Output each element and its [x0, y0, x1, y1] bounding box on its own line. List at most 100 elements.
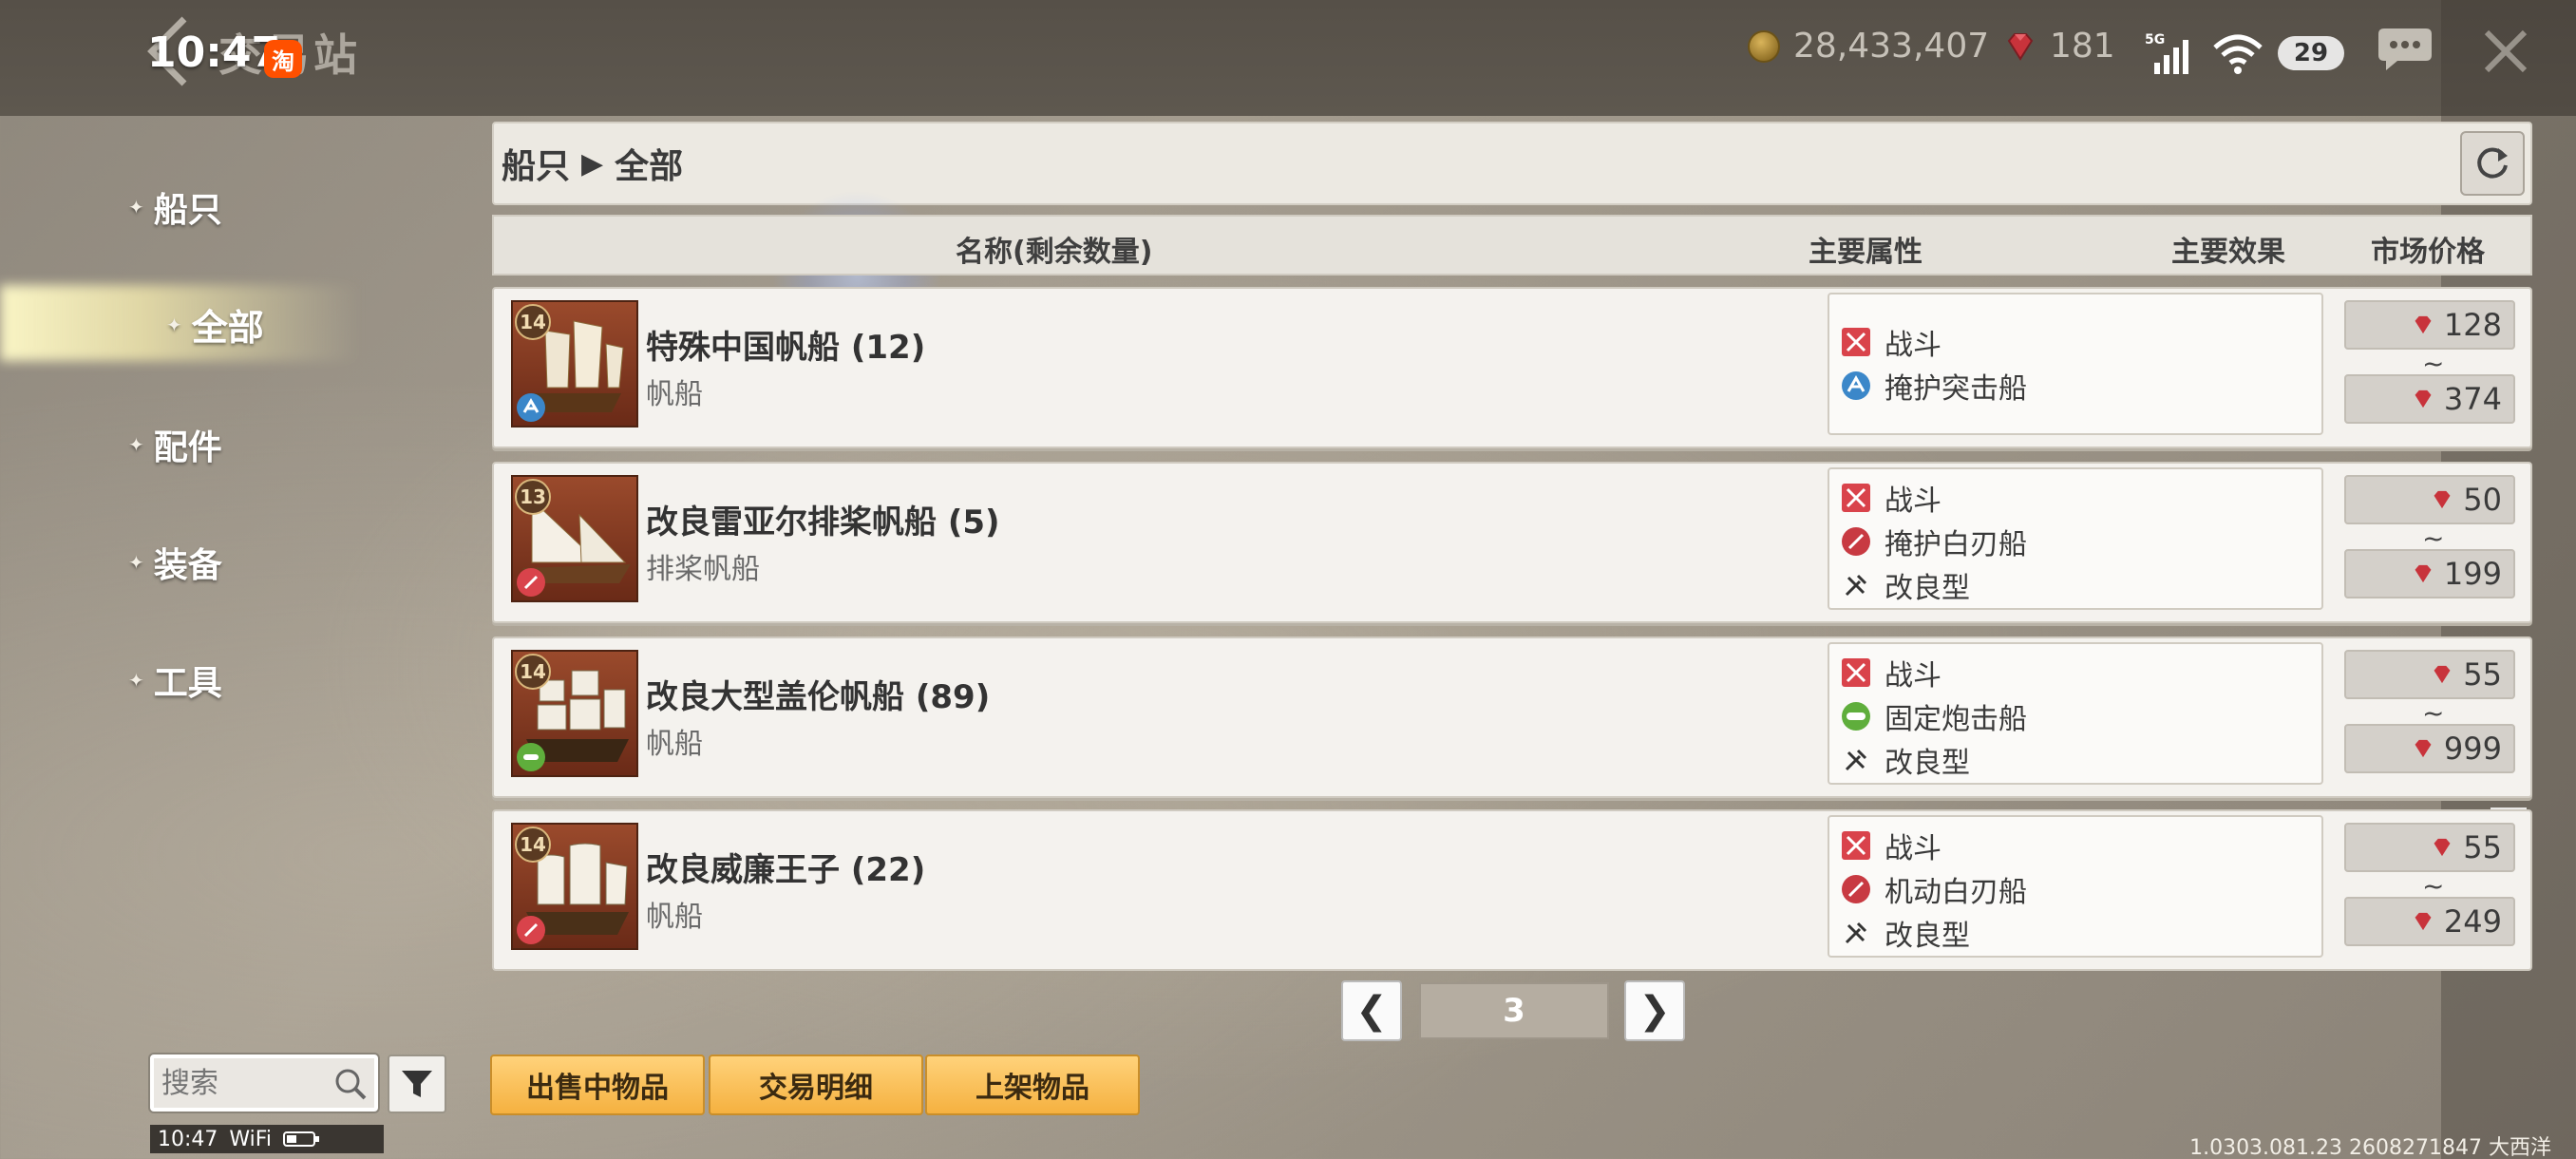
network-label: 5G: [2145, 32, 2165, 48]
price-max-value: 999: [2443, 731, 2502, 767]
attr-improved-label: 改良型: [1885, 920, 1970, 953]
tab-listed-items[interactable]: 上架物品: [925, 1054, 1140, 1115]
level-badge: 14: [515, 654, 551, 690]
red-gem-icon: [2434, 838, 2451, 857]
nav-tools[interactable]: ✦ 工具: [128, 656, 222, 705]
gem-counter: 181: [2004, 27, 2115, 66]
nav-ships-label: 船只: [153, 191, 222, 230]
ship-class: 帆船: [646, 901, 703, 934]
breadcrumb-arrow-icon: ▶: [581, 146, 604, 180]
tools-icon: [1845, 574, 1867, 597]
ship-class: 排桨帆船: [646, 553, 760, 586]
signal-5g-icon: 5G: [2145, 32, 2188, 74]
price-max: 999: [2344, 724, 2515, 773]
attr-improved: 改良型: [1841, 564, 1970, 606]
price-max-value: 199: [2443, 556, 2502, 592]
nav-ships[interactable]: ✦ 船只: [128, 182, 222, 232]
gold-amount: 28,433,407: [1793, 27, 1990, 66]
gold-counter: 28,433,407: [1748, 27, 1989, 66]
attr-combat: 战斗: [1841, 477, 1941, 519]
attr-role-label: 掩护白刃船: [1885, 528, 2027, 561]
nav-bullet-icon: ✦: [128, 551, 144, 574]
attr-combat-label: 战斗: [1885, 832, 1941, 865]
ship-name: 改良威廉王子 (22): [646, 851, 926, 889]
gem-amount: 181: [2050, 27, 2115, 66]
ship-class: 帆船: [646, 378, 703, 411]
nav-all-label: 全部: [191, 307, 264, 349]
bottom-status-bar: 10:47 WiFi: [150, 1125, 384, 1153]
bottom-status-time: 10:47: [158, 1127, 218, 1151]
price-min: 55: [2344, 823, 2515, 872]
tools-icon: [1845, 749, 1867, 771]
next-page-button[interactable]: ❯: [1624, 980, 1685, 1041]
price-min-value: 128: [2443, 307, 2502, 343]
breadcrumb: 船只 ▶ 全部: [492, 122, 2532, 205]
ship-name: 改良雷亚尔排桨帆船 (5): [646, 504, 1000, 542]
table-header: 名称(剩余数量) 主要属性 主要效果 市场价格: [492, 215, 2532, 276]
attribute-box: 战斗 机动白刃船 改良型: [1828, 815, 2323, 958]
system-status-icons: 5G 29: [2145, 30, 2344, 76]
ship-name: 特殊中国帆船 (12): [646, 329, 926, 367]
tab-selling-items[interactable]: 出售中物品: [490, 1054, 705, 1115]
search-input[interactable]: [161, 1064, 332, 1102]
table-row[interactable]: 14 改良大型盖伦帆船 (89) 帆船 战斗 固定炮击船 改良型 55 ~ 99…: [492, 636, 2532, 798]
col-name: 名称(剩余数量): [956, 236, 1153, 269]
price-max: 374: [2344, 374, 2515, 424]
refresh-button[interactable]: [2460, 131, 2525, 196]
fixed-bombard-icon: [1842, 702, 1870, 731]
cover-assault-icon: [1842, 371, 1870, 400]
wifi-icon: [2213, 34, 2263, 74]
page-number: 3: [1419, 982, 1609, 1039]
nav-bullet-icon: ✦: [128, 433, 144, 456]
table-row[interactable]: 14 改良威廉王子 (22) 帆船 战斗 机动白刃船 改良型 55 ~ 249: [492, 809, 2532, 971]
nav-bullet-icon: ✦: [128, 196, 144, 218]
crossed-swords-icon: [1842, 658, 1870, 687]
table-row[interactable]: 13 改良雷亚尔排桨帆船 (5) 排桨帆船 战斗 掩护白刃船 改良型 50 ~ …: [492, 462, 2532, 623]
nav-bullet-icon: ✦: [166, 313, 182, 336]
price-max-value: 249: [2443, 903, 2502, 940]
attr-role: 掩护突击船: [1841, 365, 2027, 407]
attr-role: 掩护白刃船: [1841, 521, 2027, 562]
ship-thumbnail: 14: [511, 650, 638, 777]
attr-improved: 改良型: [1841, 739, 1970, 781]
price-min-value: 55: [2463, 656, 2502, 693]
ship-name: 改良大型盖伦帆船 (89): [646, 678, 991, 716]
status-time: 10:47: [147, 28, 281, 77]
table-row[interactable]: 14 特殊中国帆船 (12) 帆船 战斗 掩护突击船 128 ~ 374: [492, 287, 2532, 448]
attribute-box: 战斗 掩护突击船: [1828, 293, 2323, 435]
prev-page-button[interactable]: ❮: [1341, 980, 1402, 1041]
price-min-value: 50: [2463, 482, 2502, 518]
search-icon[interactable]: [332, 1066, 369, 1102]
price-min: 50: [2344, 475, 2515, 524]
filter-funnel-icon: [402, 1071, 432, 1097]
nav-equipment-label: 装备: [153, 546, 222, 585]
red-gem-icon: [2415, 912, 2432, 931]
nav-all[interactable]: ✦ 全部: [166, 298, 264, 351]
chat-bubble-icon[interactable]: [2377, 25, 2434, 72]
nav-parts[interactable]: ✦ 配件: [128, 420, 222, 469]
ship-thumbnail: 14: [511, 300, 638, 428]
refresh-icon: [2477, 147, 2508, 179]
boarding-type-icon: [517, 916, 545, 944]
attr-improved: 改良型: [1841, 912, 1970, 954]
price-min-value: 55: [2463, 829, 2502, 865]
attr-combat-label: 战斗: [1885, 329, 1941, 362]
attr-combat: 战斗: [1841, 825, 1941, 866]
attribute-box: 战斗 固定炮击船 改良型: [1828, 642, 2323, 785]
red-gem-icon: [2415, 564, 2432, 583]
search-box[interactable]: [150, 1054, 378, 1112]
gold-coin-icon: [1748, 29, 1780, 63]
red-gem-icon: [2415, 739, 2432, 758]
nav-equipment[interactable]: ✦ 装备: [128, 538, 222, 587]
level-badge: 14: [515, 304, 551, 340]
tab-trade-history[interactable]: 交易明细: [709, 1054, 923, 1115]
ship-class: 帆船: [646, 728, 703, 761]
ship-thumbnail: 14: [511, 823, 638, 950]
crossed-swords-icon: [1842, 484, 1870, 512]
price-min: 128: [2344, 300, 2515, 350]
col-attr: 主要属性: [1809, 236, 1923, 269]
attr-combat: 战斗: [1841, 321, 1941, 363]
cover-boarding-icon: [1842, 527, 1870, 556]
filter-button[interactable]: [388, 1054, 446, 1113]
taobao-app-icon: 淘: [264, 40, 302, 78]
